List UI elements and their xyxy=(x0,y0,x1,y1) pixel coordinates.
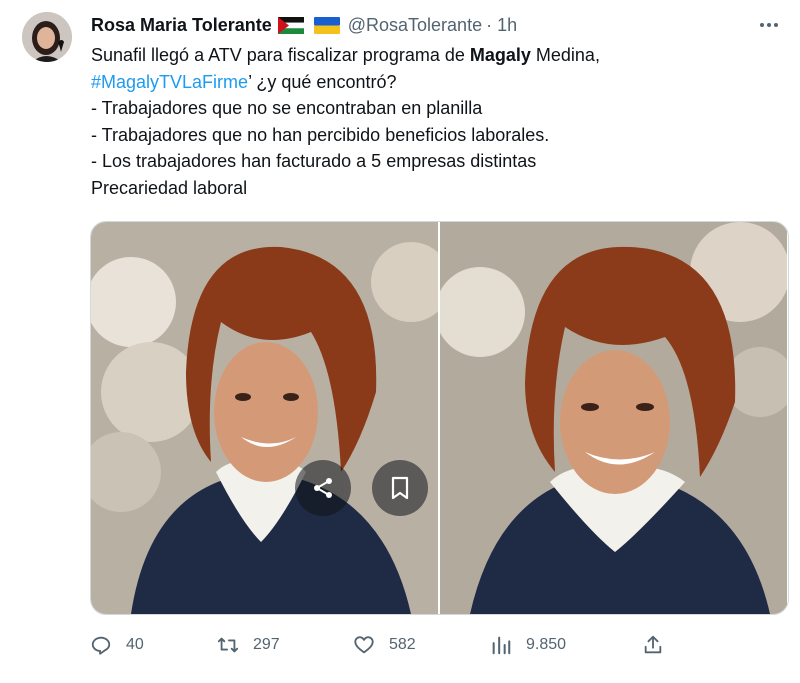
bookmark-icon xyxy=(391,476,409,500)
like-count: 582 xyxy=(389,636,416,653)
more-icon[interactable] xyxy=(758,15,780,35)
reply-icon xyxy=(91,636,111,655)
tweet-text-part: Medina, xyxy=(530,45,600,65)
retweet-count: 297 xyxy=(253,636,280,653)
share-icon xyxy=(314,478,332,498)
tweet-header: Rosa Maria Tolerante @RosaTolerante · 1h xyxy=(91,13,780,37)
views-icon xyxy=(492,636,511,655)
tweet-line-1: Sunafil llegó a ATV para fiscalizar prog… xyxy=(91,42,781,69)
like-icon xyxy=(354,636,374,654)
tweet-text-part: Sunafil llegó a ATV para fiscalizar prog… xyxy=(91,45,470,65)
retweet-icon xyxy=(217,637,239,653)
tweet-avatar[interactable] xyxy=(22,12,72,62)
tweet-bullet: - Trabajadores que no han percibido bene… xyxy=(91,124,550,145)
share-button[interactable] xyxy=(295,460,351,516)
bookmark-button[interactable] xyxy=(372,460,428,516)
retweet-button[interactable]: 297 xyxy=(217,628,353,662)
reply-count: 40 xyxy=(126,636,144,653)
tweet-text: Sunafil llegó a ATV para fiscalizar prog… xyxy=(91,42,781,201)
hashtag-link[interactable]: #MagalyTVLaFirme xyxy=(91,72,248,92)
author-name[interactable]: Rosa Maria Tolerante xyxy=(91,15,272,36)
author-handle[interactable]: @RosaTolerante xyxy=(348,15,482,36)
share-tweet-button[interactable] xyxy=(642,628,664,662)
tweet-media[interactable] xyxy=(90,221,789,615)
tweet-bullet: - Trabajadores que no se encontraban en … xyxy=(91,98,483,118)
tweet-time[interactable]: · 1h xyxy=(486,15,517,36)
tweet-bullet: - Los trabajadores han facturado a 5 emp… xyxy=(91,151,537,171)
media-photo-right[interactable] xyxy=(440,222,787,614)
like-button[interactable]: 582 xyxy=(353,628,490,662)
media-photo-left[interactable] xyxy=(91,222,438,614)
tweet-actions: 40 297 582 9.850 xyxy=(90,628,780,662)
tweet-text-part: ’ ¿y qué encontró? xyxy=(248,71,397,92)
views-count: 9.850 xyxy=(526,636,567,653)
reply-button[interactable]: 40 xyxy=(90,628,217,662)
palestine-flag-icon xyxy=(277,16,304,34)
ukraine-flag-icon xyxy=(313,16,340,34)
tweet-bullet: Precariedad laboral xyxy=(91,177,248,198)
tweet-line-2: #MagalyTVLaFirme’ ¿y qué encontró? xyxy=(91,69,781,96)
views-button[interactable]: 9.850 xyxy=(490,628,642,662)
share-upload-icon xyxy=(644,635,662,654)
tweet-text-bold: Magaly xyxy=(469,45,531,65)
